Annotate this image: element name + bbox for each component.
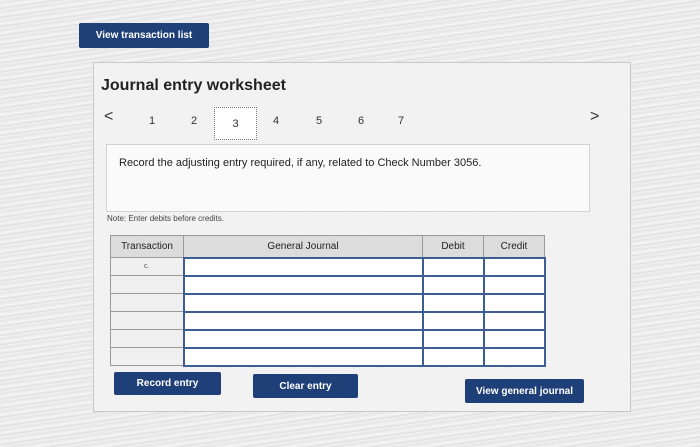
table-row — [110, 346, 546, 367]
transaction-cell: c. — [110, 257, 184, 276]
account-input[interactable] — [182, 292, 424, 313]
account-input[interactable] — [182, 274, 424, 295]
instruction-text: Record the adjusting entry required, if … — [119, 157, 482, 169]
credit-input[interactable] — [482, 274, 546, 295]
account-input[interactable] — [182, 256, 424, 277]
account-input[interactable] — [182, 310, 424, 331]
table-row: c. — [110, 256, 546, 277]
step-1[interactable]: 1 — [144, 115, 160, 127]
step-7[interactable]: 7 — [393, 115, 409, 127]
debits-credits-note: Note: Enter debits before credits. — [107, 214, 224, 223]
step-4[interactable]: 4 — [268, 115, 284, 127]
journal-table: Transaction General Journal Debit Credit… — [110, 235, 546, 367]
header-general-journal: General Journal — [183, 235, 423, 258]
journal-entry-worksheet-panel: Journal entry worksheet < 1 2 3 4 5 6 7 … — [93, 62, 631, 412]
credit-input[interactable] — [482, 328, 546, 349]
credit-input[interactable] — [482, 256, 546, 277]
prev-arrow-icon[interactable]: < — [104, 108, 113, 126]
step-3-active[interactable]: 3 — [214, 107, 257, 140]
table-row — [110, 274, 546, 295]
step-6[interactable]: 6 — [353, 115, 369, 127]
transaction-cell — [110, 329, 184, 348]
account-input[interactable] — [182, 328, 424, 349]
credit-input[interactable] — [482, 292, 546, 313]
table-row — [110, 292, 546, 313]
view-general-journal-button[interactable]: View general journal — [465, 379, 584, 403]
debit-input[interactable] — [421, 328, 485, 349]
view-transaction-list-button[interactable]: View transaction list — [79, 23, 209, 48]
table-row — [110, 328, 546, 349]
header-debit: Debit — [422, 235, 484, 258]
transaction-cell — [110, 347, 184, 366]
debit-input[interactable] — [421, 310, 485, 331]
transaction-cell — [110, 275, 184, 294]
header-credit: Credit — [483, 235, 545, 258]
transaction-cell — [110, 311, 184, 330]
step-2[interactable]: 2 — [186, 115, 202, 127]
next-arrow-icon[interactable]: > — [590, 108, 599, 126]
table-row — [110, 310, 546, 331]
step-5[interactable]: 5 — [311, 115, 327, 127]
account-input[interactable] — [182, 346, 424, 367]
record-entry-button[interactable]: Record entry — [114, 372, 221, 395]
clear-entry-button[interactable]: Clear entry — [253, 374, 358, 398]
debit-input[interactable] — [421, 256, 485, 277]
credit-input[interactable] — [482, 310, 546, 331]
header-transaction: Transaction — [110, 235, 184, 258]
debit-input[interactable] — [421, 274, 485, 295]
instruction-box: Record the adjusting entry required, if … — [106, 144, 590, 212]
debit-input[interactable] — [421, 292, 485, 313]
transaction-cell — [110, 293, 184, 312]
debit-input[interactable] — [421, 346, 485, 367]
credit-input[interactable] — [482, 346, 546, 367]
worksheet-title: Journal entry worksheet — [101, 77, 286, 94]
